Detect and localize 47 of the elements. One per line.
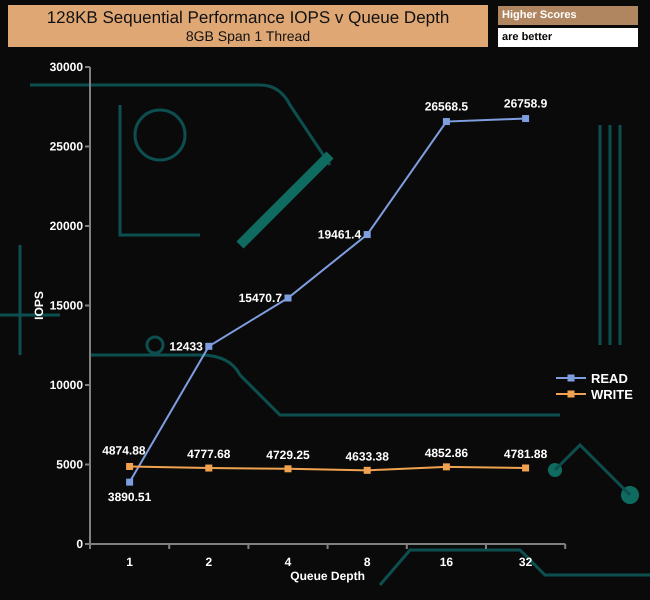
x-tick-label: 8 <box>364 555 371 569</box>
data-label: 19461.4 <box>318 228 362 242</box>
x-tick-label: 16 <box>440 555 454 569</box>
data-label: 12433 <box>169 339 203 354</box>
x-tick-label: 32 <box>518 555 532 569</box>
data-point <box>205 342 212 350</box>
legend-label: READ <box>591 371 628 386</box>
y-tick-label: 15000 <box>50 298 83 312</box>
x-tick-label: 2 <box>205 555 212 569</box>
data-point <box>126 463 134 470</box>
note-heading: Higher Scores <box>498 6 638 25</box>
y-tick-label: 10000 <box>50 378 83 392</box>
y-tick-label: 20000 <box>50 219 83 233</box>
y-tick-label: 25000 <box>50 140 83 154</box>
data-label: 15470.7 <box>238 291 282 306</box>
chart-subtitle: 8GB Span 1 Thread <box>186 28 310 44</box>
data-label: 26568.5 <box>424 100 468 114</box>
data-point <box>126 478 134 486</box>
data-label: 4781.88 <box>504 446 548 461</box>
data-label: 4633.38 <box>346 449 389 464</box>
data-point <box>442 463 450 470</box>
y-tick-label: 0 <box>76 537 83 551</box>
data-point <box>442 118 450 126</box>
data-point <box>284 294 292 302</box>
y-axis-title: IOPS <box>32 291 46 320</box>
data-point <box>364 231 371 238</box>
legend-marker <box>556 374 586 382</box>
data-point <box>364 466 371 474</box>
x-tick-label: 4 <box>284 555 292 569</box>
data-label: 3890.51 <box>108 490 152 504</box>
data-point <box>522 115 530 122</box>
y-tick-label: 5000 <box>56 458 83 472</box>
data-point <box>284 465 292 472</box>
data-label: 4852.86 <box>424 446 468 460</box>
note-text: are better <box>498 28 638 47</box>
legend-label: WRITE <box>591 387 633 402</box>
chart-title: 128KB Sequential Performance IOPS v Queue Depth <box>46 8 450 28</box>
data-label: 4777.68 <box>187 447 230 462</box>
y-tick-label: 30000 <box>50 60 83 74</box>
legend-marker <box>556 390 586 398</box>
data-point <box>205 464 212 472</box>
data-label: 26758.9 <box>504 96 548 111</box>
x-axis-title: Queue Depth <box>290 569 365 583</box>
data-label: 4729.25 <box>266 448 310 462</box>
x-tick-label: 1 <box>126 555 133 569</box>
data-point <box>522 464 530 472</box>
data-label: 4874.88 <box>102 444 146 458</box>
